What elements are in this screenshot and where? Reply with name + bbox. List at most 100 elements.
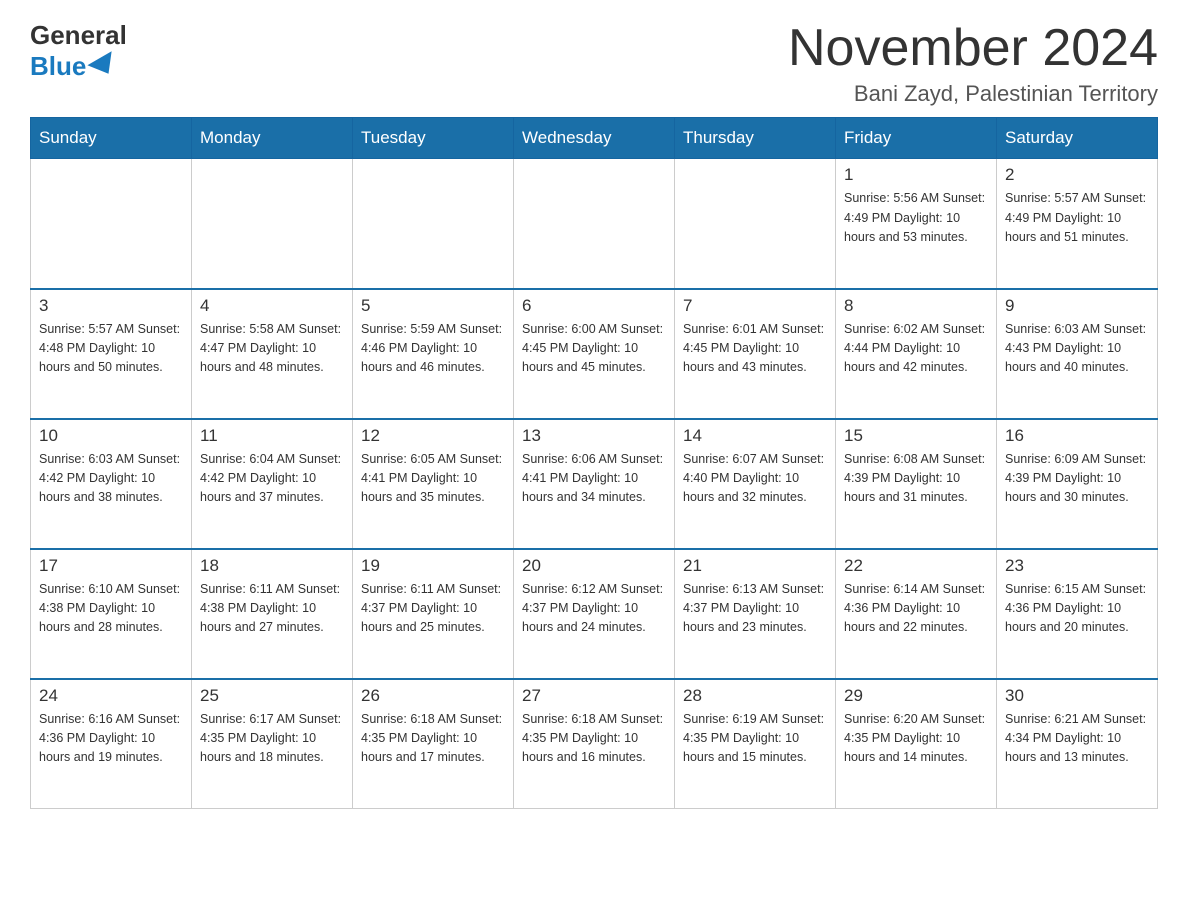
day-number: 1 [844, 165, 988, 185]
calendar-cell: 10Sunrise: 6:03 AM Sunset: 4:42 PM Dayli… [31, 419, 192, 549]
day-info: Sunrise: 6:13 AM Sunset: 4:37 PM Dayligh… [683, 580, 827, 638]
calendar-cell [31, 159, 192, 289]
day-number: 8 [844, 296, 988, 316]
title-block: November 2024 Bani Zayd, Palestinian Ter… [788, 20, 1158, 107]
day-number: 12 [361, 426, 505, 446]
day-number: 14 [683, 426, 827, 446]
day-info: Sunrise: 6:01 AM Sunset: 4:45 PM Dayligh… [683, 320, 827, 378]
day-number: 17 [39, 556, 183, 576]
day-info: Sunrise: 6:03 AM Sunset: 4:43 PM Dayligh… [1005, 320, 1149, 378]
calendar-week-5: 24Sunrise: 6:16 AM Sunset: 4:36 PM Dayli… [31, 679, 1158, 809]
logo-triangle-icon [88, 51, 121, 81]
weekday-header-thursday: Thursday [675, 118, 836, 159]
day-info: Sunrise: 6:18 AM Sunset: 4:35 PM Dayligh… [361, 710, 505, 768]
day-info: Sunrise: 6:14 AM Sunset: 4:36 PM Dayligh… [844, 580, 988, 638]
day-number: 13 [522, 426, 666, 446]
page-header: General Blue November 2024 Bani Zayd, Pa… [30, 20, 1158, 107]
day-number: 22 [844, 556, 988, 576]
day-number: 18 [200, 556, 344, 576]
day-info: Sunrise: 6:11 AM Sunset: 4:38 PM Dayligh… [200, 580, 344, 638]
logo: General Blue [30, 20, 127, 82]
calendar-cell: 3 Sunrise: 5:57 AM Sunset: 4:48 PM Daylig… [31, 289, 192, 419]
day-info: Sunrise: 6:08 AM Sunset: 4:39 PM Dayligh… [844, 450, 988, 508]
logo-general-text: General [30, 20, 127, 51]
calendar-cell: 9 Sunrise: 6:03 AM Sunset: 4:43 PM Daylig… [997, 289, 1158, 419]
day-number: 19 [361, 556, 505, 576]
day-number: 3 [39, 296, 183, 316]
day-number: 30 [1005, 686, 1149, 706]
day-info: Sunrise: 6:21 AM Sunset: 4:34 PM Dayligh… [1005, 710, 1149, 768]
day-info: Sunrise: 6:06 AM Sunset: 4:41 PM Dayligh… [522, 450, 666, 508]
day-number: 20 [522, 556, 666, 576]
day-number: 29 [844, 686, 988, 706]
weekday-header-saturday: Saturday [997, 118, 1158, 159]
calendar-cell: 17Sunrise: 6:10 AM Sunset: 4:38 PM Dayli… [31, 549, 192, 679]
calendar-cell: 14 Sunrise: 6:07 AM Sunset: 4:40 PM Dayli… [675, 419, 836, 549]
day-number: 28 [683, 686, 827, 706]
day-info: Sunrise: 6:07 AM Sunset: 4:40 PM Dayligh… [683, 450, 827, 508]
calendar-cell: 24Sunrise: 6:16 AM Sunset: 4:36 PM Dayli… [31, 679, 192, 809]
day-info: Sunrise: 6:15 AM Sunset: 4:36 PM Dayligh… [1005, 580, 1149, 638]
calendar-cell: 5 Sunrise: 5:59 AM Sunset: 4:46 PM Daylig… [353, 289, 514, 419]
calendar-cell: 21 Sunrise: 6:13 AM Sunset: 4:37 PM Dayli… [675, 549, 836, 679]
month-title: November 2024 [788, 20, 1158, 77]
day-info: Sunrise: 6:02 AM Sunset: 4:44 PM Dayligh… [844, 320, 988, 378]
day-info: Sunrise: 6:16 AM Sunset: 4:36 PM Dayligh… [39, 710, 183, 768]
calendar-cell: 6 Sunrise: 6:00 AM Sunset: 4:45 PM Daylig… [514, 289, 675, 419]
calendar-cell: 12 Sunrise: 6:05 AM Sunset: 4:41 PM Dayli… [353, 419, 514, 549]
day-info: Sunrise: 5:58 AM Sunset: 4:47 PM Dayligh… [200, 320, 344, 378]
calendar-cell: 19 Sunrise: 6:11 AM Sunset: 4:37 PM Dayli… [353, 549, 514, 679]
calendar-cell: 28 Sunrise: 6:19 AM Sunset: 4:35 PM Dayli… [675, 679, 836, 809]
calendar-cell [675, 159, 836, 289]
calendar-cell: 20Sunrise: 6:12 AM Sunset: 4:37 PM Dayli… [514, 549, 675, 679]
day-number: 2 [1005, 165, 1149, 185]
calendar-cell: 22 Sunrise: 6:14 AM Sunset: 4:36 PM Dayli… [836, 549, 997, 679]
calendar-cell [353, 159, 514, 289]
day-info: Sunrise: 6:05 AM Sunset: 4:41 PM Dayligh… [361, 450, 505, 508]
calendar-week-2: 3 Sunrise: 5:57 AM Sunset: 4:48 PM Daylig… [31, 289, 1158, 419]
calendar-cell: 15 Sunrise: 6:08 AM Sunset: 4:39 PM Dayli… [836, 419, 997, 549]
day-info: Sunrise: 6:00 AM Sunset: 4:45 PM Dayligh… [522, 320, 666, 378]
day-number: 21 [683, 556, 827, 576]
day-number: 26 [361, 686, 505, 706]
weekday-header-wednesday: Wednesday [514, 118, 675, 159]
day-info: Sunrise: 6:11 AM Sunset: 4:37 PM Dayligh… [361, 580, 505, 638]
logo-blue-text: Blue [30, 51, 118, 82]
calendar-cell: 8 Sunrise: 6:02 AM Sunset: 4:44 PM Daylig… [836, 289, 997, 419]
day-info: Sunrise: 6:20 AM Sunset: 4:35 PM Dayligh… [844, 710, 988, 768]
calendar-cell: 26 Sunrise: 6:18 AM Sunset: 4:35 PM Dayli… [353, 679, 514, 809]
weekday-header-friday: Friday [836, 118, 997, 159]
calendar-week-4: 17Sunrise: 6:10 AM Sunset: 4:38 PM Dayli… [31, 549, 1158, 679]
day-number: 15 [844, 426, 988, 446]
calendar-cell: 7 Sunrise: 6:01 AM Sunset: 4:45 PM Daylig… [675, 289, 836, 419]
day-info: Sunrise: 5:57 AM Sunset: 4:49 PM Dayligh… [1005, 189, 1149, 247]
calendar-cell: 23 Sunrise: 6:15 AM Sunset: 4:36 PM Dayli… [997, 549, 1158, 679]
day-info: Sunrise: 5:57 AM Sunset: 4:48 PM Dayligh… [39, 320, 183, 378]
weekday-header-tuesday: Tuesday [353, 118, 514, 159]
day-number: 16 [1005, 426, 1149, 446]
day-info: Sunrise: 6:19 AM Sunset: 4:35 PM Dayligh… [683, 710, 827, 768]
day-number: 7 [683, 296, 827, 316]
calendar-cell: 25Sunrise: 6:17 AM Sunset: 4:35 PM Dayli… [192, 679, 353, 809]
calendar-cell: 30 Sunrise: 6:21 AM Sunset: 4:34 PM Dayli… [997, 679, 1158, 809]
calendar-week-3: 10Sunrise: 6:03 AM Sunset: 4:42 PM Dayli… [31, 419, 1158, 549]
calendar-cell: 1 Sunrise: 5:56 AM Sunset: 4:49 PM Daylig… [836, 159, 997, 289]
day-info: Sunrise: 5:56 AM Sunset: 4:49 PM Dayligh… [844, 189, 988, 247]
calendar-cell: 18 Sunrise: 6:11 AM Sunset: 4:38 PM Dayli… [192, 549, 353, 679]
day-number: 23 [1005, 556, 1149, 576]
calendar-cell: 13 Sunrise: 6:06 AM Sunset: 4:41 PM Dayli… [514, 419, 675, 549]
day-number: 6 [522, 296, 666, 316]
weekday-header-sunday: Sunday [31, 118, 192, 159]
calendar-cell: 4Sunrise: 5:58 AM Sunset: 4:47 PM Daylig… [192, 289, 353, 419]
calendar-table: SundayMondayTuesdayWednesdayThursdayFrid… [30, 117, 1158, 809]
day-number: 5 [361, 296, 505, 316]
calendar-cell: 29 Sunrise: 6:20 AM Sunset: 4:35 PM Dayli… [836, 679, 997, 809]
calendar-cell: 11Sunrise: 6:04 AM Sunset: 4:42 PM Dayli… [192, 419, 353, 549]
day-info: Sunrise: 5:59 AM Sunset: 4:46 PM Dayligh… [361, 320, 505, 378]
day-number: 9 [1005, 296, 1149, 316]
day-number: 11 [200, 426, 344, 446]
calendar-cell: 27Sunrise: 6:18 AM Sunset: 4:35 PM Dayli… [514, 679, 675, 809]
day-info: Sunrise: 6:03 AM Sunset: 4:42 PM Dayligh… [39, 450, 183, 508]
calendar-header-row: SundayMondayTuesdayWednesdayThursdayFrid… [31, 118, 1158, 159]
calendar-week-1: 1 Sunrise: 5:56 AM Sunset: 4:49 PM Daylig… [31, 159, 1158, 289]
